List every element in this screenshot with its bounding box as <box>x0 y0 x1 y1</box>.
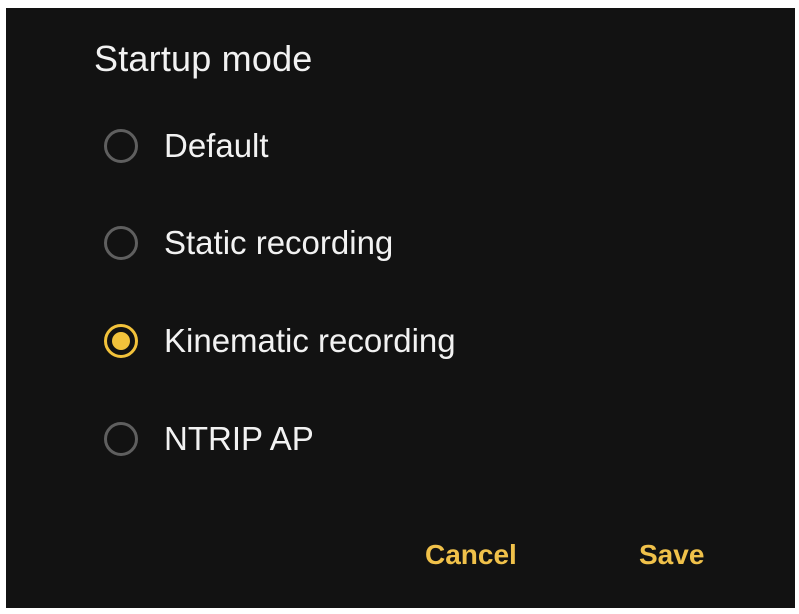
radio-dot <box>112 332 130 350</box>
startup-mode-dialog: Startup mode Default Static recording Ki… <box>6 8 795 608</box>
option-ntrip-ap[interactable]: NTRIP AP <box>104 413 314 465</box>
radio-button-ntrip-ap[interactable] <box>104 422 138 456</box>
option-kinematic-recording[interactable]: Kinematic recording <box>104 315 456 367</box>
option-label: Kinematic recording <box>164 322 456 359</box>
radio-button-default[interactable] <box>104 129 138 163</box>
radio-button-kinematic-recording[interactable] <box>104 324 138 358</box>
startup-mode-options: Default Static recording Kinematic recor… <box>6 8 795 608</box>
option-static-recording[interactable]: Static recording <box>104 217 393 269</box>
save-button[interactable]: Save <box>639 533 704 577</box>
cancel-button[interactable]: Cancel <box>425 533 517 577</box>
radio-button-static-recording[interactable] <box>104 226 138 260</box>
option-label: Default <box>164 127 269 164</box>
option-label: Static recording <box>164 224 394 261</box>
option-label: NTRIP AP <box>164 420 314 457</box>
option-default[interactable]: Default <box>104 120 269 172</box>
